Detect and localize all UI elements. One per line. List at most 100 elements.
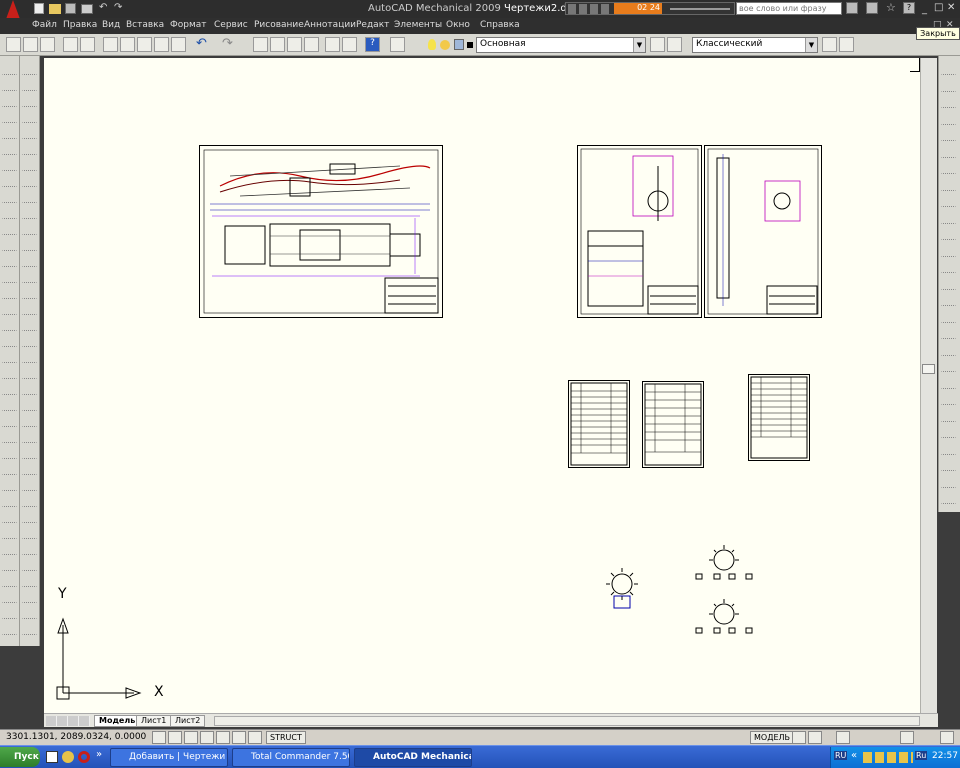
mechanical-tool-17-icon[interactable] <box>941 324 956 339</box>
draw-tool-13-icon[interactable] <box>2 252 17 267</box>
modify-tool-24-icon[interactable] <box>22 428 37 443</box>
print-icon[interactable] <box>81 4 93 14</box>
help-icon[interactable]: ? <box>903 2 915 14</box>
modify-tool-14-icon[interactable] <box>22 268 37 283</box>
spec-sheet-1[interactable] <box>568 380 630 468</box>
minimize-button[interactable]: _ <box>922 4 927 15</box>
drawing-sheet-assembly[interactable] <box>199 145 443 318</box>
mechanical-tool-27-icon[interactable] <box>941 489 956 504</box>
plot-preview-icon[interactable] <box>80 37 95 52</box>
menu-insert[interactable]: Вставка <box>126 20 164 30</box>
modify-tool-11-icon[interactable] <box>22 220 37 235</box>
draw-tool-25-icon[interactable] <box>2 444 17 459</box>
gear-symbol-1[interactable] <box>602 564 646 616</box>
osnap-button[interactable] <box>216 731 230 744</box>
draw-tool-28-icon[interactable] <box>2 492 17 507</box>
modify-tool-34-icon[interactable] <box>22 588 37 603</box>
modify-tool-31-icon[interactable] <box>22 540 37 555</box>
modify-tool-19-icon[interactable] <box>22 348 37 363</box>
modify-tool-4-icon[interactable] <box>22 108 37 123</box>
start-button[interactable]: Пуск <box>0 747 40 767</box>
mechanical-tool-24-icon[interactable] <box>941 440 956 455</box>
coordinates-readout[interactable]: 3301.1301, 2089.0324, 0.0000 <box>6 732 146 742</box>
volume-slider[interactable] <box>670 8 730 10</box>
tab-nav-buttons[interactable] <box>46 716 90 726</box>
mechanical-tool-4-icon[interactable] <box>941 110 956 125</box>
restore-button[interactable]: □ <box>934 2 943 13</box>
drawing-sheet-details-right[interactable] <box>704 145 822 318</box>
layer-manager-icon[interactable] <box>390 37 405 52</box>
menu-edit[interactable]: Правка <box>63 20 97 30</box>
layer-dropdown[interactable]: Основная ▼ <box>476 37 646 53</box>
redo-icon[interactable]: ↷ <box>114 2 122 13</box>
mechanical-tool-19-icon[interactable] <box>941 357 956 372</box>
mechanical-tool-9-icon[interactable] <box>941 192 956 207</box>
modify-tool-25-icon[interactable] <box>22 444 37 459</box>
modify-tool-35-icon[interactable] <box>22 604 37 619</box>
make-current-layer-icon[interactable] <box>650 37 665 52</box>
paste-icon[interactable] <box>137 37 152 52</box>
layer-freeze-icon[interactable] <box>440 40 450 50</box>
modify-tool-32-icon[interactable] <box>22 556 37 571</box>
help-toolbar-icon[interactable]: ? <box>365 37 380 52</box>
draw-tool-7-icon[interactable] <box>2 156 17 171</box>
draw-tool-10-icon[interactable] <box>2 204 17 219</box>
draw-tool-17-icon[interactable] <box>2 316 17 331</box>
undo-icon[interactable]: ↶ <box>99 2 107 13</box>
quicklaunch-more-icon[interactable]: » <box>96 749 102 760</box>
vertical-scrollbar[interactable] <box>920 58 937 713</box>
menu-window[interactable]: Окно <box>446 20 470 30</box>
open-icon[interactable] <box>49 4 61 14</box>
zoom-window-icon[interactable] <box>287 37 302 52</box>
match-properties-icon[interactable] <box>154 37 169 52</box>
new-file-icon[interactable] <box>6 37 21 52</box>
draw-tool-14-icon[interactable] <box>2 268 17 283</box>
draw-tool-36-icon[interactable] <box>2 620 17 635</box>
modify-tool-1-icon[interactable] <box>22 60 37 75</box>
taskbar-item-autocad[interactable]: AutoCAD Mechanical ... <box>354 748 472 767</box>
draw-tool-33-icon[interactable] <box>2 572 17 587</box>
modify-tool-8-icon[interactable] <box>22 172 37 187</box>
mechanical-tool-6-icon[interactable] <box>941 143 956 158</box>
layer-on-icon[interactable] <box>428 39 436 50</box>
block-editor-icon[interactable] <box>171 37 186 52</box>
modify-tool-30-icon[interactable] <box>22 524 37 539</box>
binoculars-icon[interactable] <box>846 2 858 14</box>
clean-screen-button[interactable] <box>940 731 954 744</box>
mechanical-tool-22-icon[interactable] <box>941 407 956 422</box>
modify-tool-27-icon[interactable] <box>22 476 37 491</box>
modify-tool-2-icon[interactable] <box>22 76 37 91</box>
draw-tool-21-icon[interactable] <box>2 380 17 395</box>
tray-expand-icon[interactable]: « <box>851 750 857 761</box>
draw-tool-12-icon[interactable] <box>2 236 17 251</box>
language-indicator-1[interactable]: RU <box>834 751 848 760</box>
mechanical-tool-18-icon[interactable] <box>941 341 956 356</box>
pan-icon[interactable] <box>253 37 268 52</box>
gear-symbol-3[interactable] <box>694 598 756 638</box>
copy-icon[interactable] <box>120 37 135 52</box>
search-input[interactable] <box>736 2 842 15</box>
mechanical-tool-7-icon[interactable] <box>941 159 956 174</box>
menu-format[interactable]: Формат <box>170 20 207 30</box>
redo-button[interactable]: ↷ <box>222 36 233 51</box>
quicklaunch-opera-icon[interactable] <box>78 751 90 763</box>
mechanical-tool-2-icon[interactable] <box>941 77 956 92</box>
undo-button[interactable]: ↶ <box>196 36 207 51</box>
modify-tool-28-icon[interactable] <box>22 492 37 507</box>
tab-sheet1[interactable]: Лист1 <box>136 715 172 727</box>
snap-button[interactable] <box>152 731 166 744</box>
draw-tool-4-icon[interactable] <box>2 108 17 123</box>
model-space-button[interactable]: МОДЕЛЬ <box>750 731 795 744</box>
modify-tool-13-icon[interactable] <box>22 252 37 267</box>
workspace-dropdown[interactable]: Классический ▼ <box>692 37 818 53</box>
info-icon[interactable] <box>866 2 878 14</box>
taskbar-item-total-commander[interactable]: Total Commander 7.50a ... <box>232 748 350 767</box>
modify-tool-23-icon[interactable] <box>22 412 37 427</box>
new-icon[interactable] <box>34 3 44 14</box>
quick-view-layouts-button[interactable] <box>792 731 806 744</box>
star-icon[interactable]: ☆ <box>886 1 896 14</box>
modify-tool-29-icon[interactable] <box>22 508 37 523</box>
quicklaunch-app-icon[interactable] <box>62 751 74 763</box>
draw-tool-34-icon[interactable] <box>2 588 17 603</box>
layer-lock-icon[interactable] <box>454 39 464 50</box>
